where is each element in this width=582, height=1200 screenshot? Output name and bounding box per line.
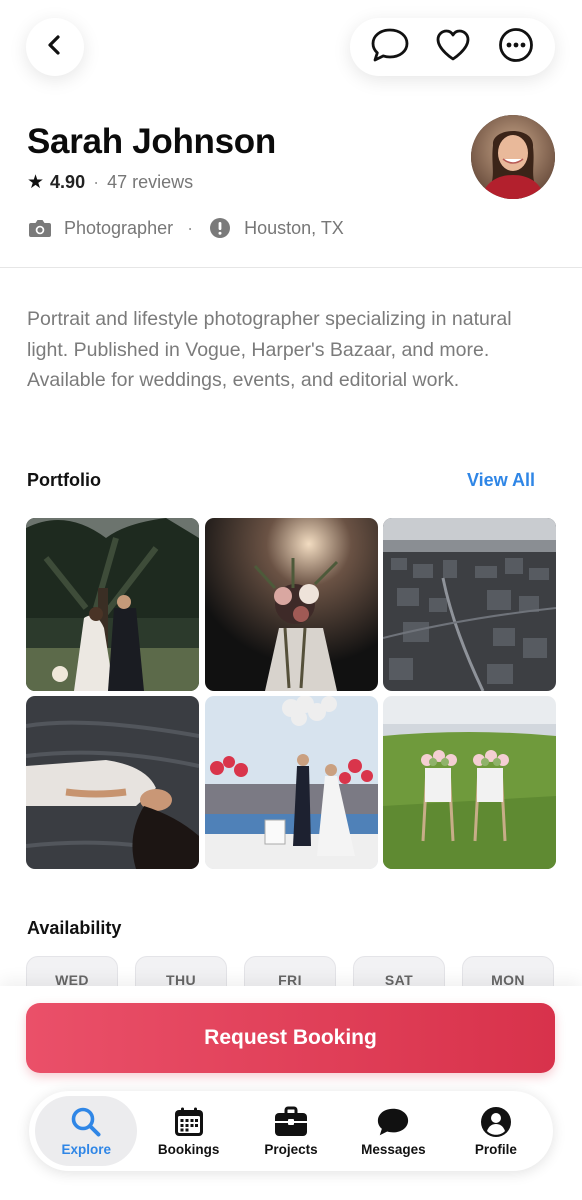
review-count[interactable]: 47 reviews xyxy=(107,172,193,193)
tab-profile[interactable]: Profile xyxy=(445,1096,547,1166)
favorite-button[interactable] xyxy=(427,21,479,73)
header-actions xyxy=(350,18,555,76)
location-pin-icon xyxy=(207,216,233,240)
portfolio-photo[interactable] xyxy=(26,696,199,869)
profession-label: Photographer xyxy=(64,217,174,238)
tab-label: Projects xyxy=(264,1142,318,1157)
back-button[interactable] xyxy=(26,18,84,76)
portfolio-heading: Portfolio xyxy=(27,470,101,490)
request-booking-button[interactable]: Request Booking xyxy=(26,1003,555,1073)
separator-dot: · xyxy=(187,217,194,238)
tab-label: Explore xyxy=(61,1142,111,1157)
rating-row: ★ 4.90 · 47 reviews xyxy=(27,171,193,194)
top-bar xyxy=(0,0,582,110)
tab-bar: Explore Bookings Projects Messages Profi… xyxy=(29,1091,553,1171)
chat-bubble-icon xyxy=(376,1105,410,1139)
location-label: Houston, TX xyxy=(244,217,344,238)
tab-label: Messages xyxy=(361,1142,426,1157)
message-button[interactable] xyxy=(364,21,416,73)
tab-bookings[interactable]: Bookings xyxy=(137,1096,239,1166)
portfolio-photo[interactable] xyxy=(26,518,199,691)
heart-icon xyxy=(435,28,471,67)
tab-label: Bookings xyxy=(157,1142,220,1157)
separator-dot: · xyxy=(93,172,100,192)
tab-explore[interactable]: Explore xyxy=(35,1096,138,1166)
section-divider xyxy=(0,267,582,268)
portfolio-grid xyxy=(26,518,556,869)
bio-text: Portrait and lifestyle photographer spec… xyxy=(27,308,512,391)
star-icon: ★ xyxy=(27,172,45,193)
portfolio-photo[interactable] xyxy=(383,518,556,691)
profile-icon xyxy=(479,1105,513,1139)
portfolio-photo[interactable] xyxy=(204,518,378,691)
view-all-link[interactable]: View All xyxy=(467,470,535,491)
chevron-left-icon xyxy=(44,34,66,61)
tab-messages[interactable]: Messages xyxy=(342,1096,444,1166)
camera-icon xyxy=(27,216,53,240)
tab-projects[interactable]: Projects xyxy=(240,1096,342,1166)
portfolio-photo[interactable] xyxy=(383,696,556,869)
availability-heading: Availability xyxy=(27,918,122,938)
more-button[interactable] xyxy=(490,21,542,73)
search-icon xyxy=(69,1105,103,1139)
tab-label: Profile xyxy=(474,1142,517,1157)
profile-meta: Photographer · Houston, TX xyxy=(27,216,344,240)
briefcase-icon xyxy=(274,1105,308,1139)
chat-bubble-icon xyxy=(370,27,410,68)
avatar[interactable] xyxy=(471,115,555,199)
rating-score: 4.90 xyxy=(50,172,86,192)
profile-name: Sarah Johnson xyxy=(27,122,276,161)
portfolio-photo[interactable] xyxy=(204,696,378,869)
more-icon xyxy=(498,27,534,68)
calendar-icon xyxy=(172,1105,206,1139)
